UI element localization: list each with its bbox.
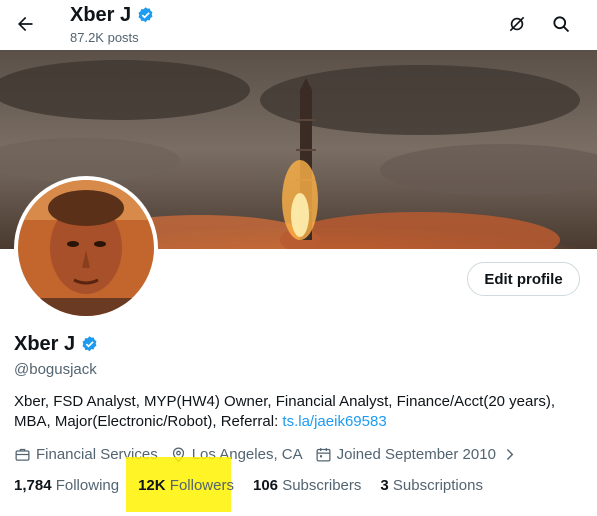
grok-button[interactable]	[500, 7, 534, 41]
profile-header-bar: Xber J 87.2K posts	[0, 0, 597, 50]
profile-meta: Financial Services Los Angeles, CA Joine…	[14, 444, 530, 464]
search-icon	[553, 16, 570, 33]
edit-profile-button[interactable]: Edit profile	[467, 262, 580, 296]
subscribers-link[interactable]: 106 Subscribers	[253, 477, 361, 494]
avatar[interactable]	[18, 180, 154, 316]
profile-name-row: Xber J	[14, 333, 99, 356]
avatar-image	[18, 180, 154, 316]
profile-stats: 1,784 Following 12K Followers 106 Subscr…	[14, 475, 502, 495]
back-button[interactable]	[8, 7, 42, 41]
followers-link[interactable]: 12K Followers	[138, 477, 234, 494]
subscriptions-count: 3	[380, 476, 389, 494]
chevron-right-icon	[506, 448, 514, 460]
avatar-frame[interactable]	[14, 176, 158, 320]
profile-name: Xber J	[14, 333, 76, 355]
briefcase-icon	[15, 448, 30, 461]
header-name: Xber J	[70, 4, 132, 26]
following-link[interactable]: 1,784 Following	[14, 477, 119, 494]
header-title: Xber J	[70, 4, 155, 27]
posts-count: 87.2K posts	[70, 30, 139, 45]
joined-label: Joined September 2010	[336, 445, 496, 463]
referral-link[interactable]: ts.la/jaeik69583	[282, 413, 386, 430]
following-count: 1,784	[14, 476, 52, 494]
followers-label: Followers	[169, 476, 234, 494]
verified-badge-icon	[138, 7, 153, 23]
followers-count: 12K	[138, 476, 166, 494]
grok-icon	[509, 16, 525, 32]
verified-badge-icon[interactable]	[80, 335, 99, 354]
back-arrow-icon	[18, 16, 33, 32]
subscriptions-label: Subscriptions	[392, 476, 483, 494]
profile-handle: @bogusjack	[14, 361, 97, 378]
joined-item[interactable]: Joined September 2010	[315, 446, 518, 463]
subscribers-count: 106	[252, 476, 279, 494]
subscribers-label: Subscribers	[282, 476, 362, 494]
calendar-icon	[316, 447, 331, 462]
following-label: Following	[55, 476, 120, 494]
profile-bio: Xber, FSD Analyst, MYP(HW4) Owner, Finan…	[14, 392, 579, 432]
subscriptions-link[interactable]: 3 Subscriptions	[380, 477, 483, 494]
search-button[interactable]	[544, 7, 578, 41]
